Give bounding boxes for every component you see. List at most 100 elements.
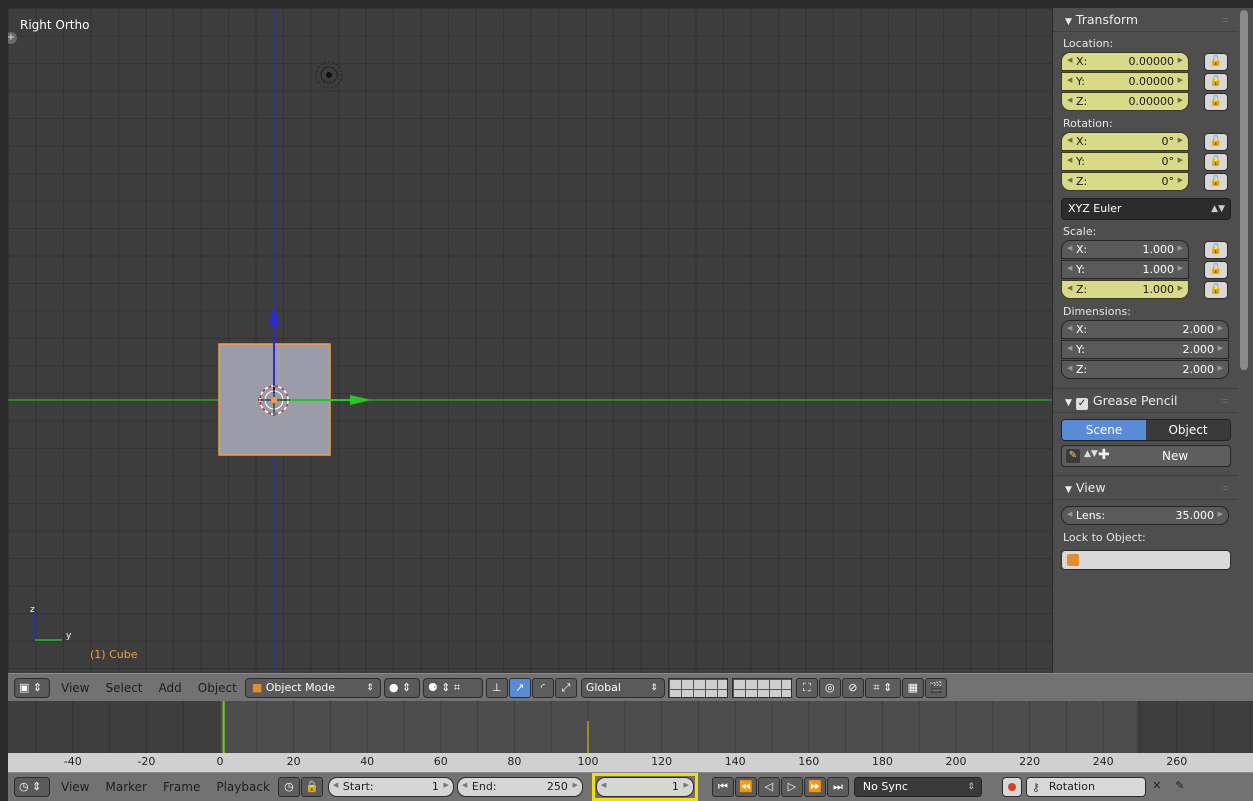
grease-pencil-source-toggle: Scene Object bbox=[1061, 419, 1231, 441]
jump-to-end-icon[interactable]: ⏭ bbox=[826, 777, 849, 797]
view-panel-header[interactable]: ▼ View :::: bbox=[1053, 476, 1238, 500]
timeline-tick-label: 140 bbox=[724, 755, 746, 768]
menu-view[interactable]: View bbox=[61, 681, 89, 695]
menu-frame[interactable]: Frame bbox=[163, 780, 200, 794]
lock-location-z-icon[interactable]: 🔓 bbox=[1204, 93, 1228, 111]
drag-grip-icon[interactable]: :::: bbox=[1221, 8, 1229, 32]
dimensions-y-field[interactable]: ◀ Y: 2.000 ▶ bbox=[1061, 340, 1229, 359]
scale-y-field[interactable]: ◀ Y: 1.000 ▶ bbox=[1061, 260, 1189, 279]
drag-grip-icon[interactable]: :::: bbox=[1221, 389, 1229, 413]
menu-object[interactable]: Object bbox=[198, 681, 237, 695]
dropdown-arrows-icon: ⇕ bbox=[366, 682, 374, 693]
lock-rotation-y-icon[interactable]: 🔓 bbox=[1204, 153, 1228, 171]
lock-location-x-icon[interactable]: 🔓 bbox=[1204, 53, 1228, 71]
timeline-ruler[interactable]: -40 -20 0 20 40 60 80 100 120 140 160 180 200 220 240 2… bbox=[8, 753, 1253, 772]
lock-scale-z-icon[interactable]: 🔓 bbox=[1204, 281, 1228, 299]
pencil-icon[interactable]: ✎ bbox=[1066, 449, 1080, 463]
render-animation-icon[interactable]: 🎬 bbox=[924, 677, 947, 698]
tab-object[interactable]: Object bbox=[1146, 420, 1230, 440]
timeline-editor[interactable] bbox=[8, 701, 1253, 753]
menu-view[interactable]: View bbox=[61, 780, 89, 794]
scrollbar-thumb[interactable] bbox=[1240, 10, 1248, 370]
jump-to-previous-keyframe-icon[interactable]: ⏪ bbox=[734, 777, 757, 797]
play-icon[interactable]: ▷ bbox=[780, 777, 803, 797]
editor-type-button[interactable]: ◷ ⇕ bbox=[14, 777, 50, 797]
dimensions-x-field[interactable]: ◀ X: 2.000 ▶ bbox=[1061, 320, 1229, 339]
translate-manipulator-icon[interactable]: ↗ bbox=[508, 677, 531, 698]
lock-rotation-x-icon[interactable]: 🔓 bbox=[1204, 133, 1228, 151]
current-frame-field[interactable]: ◀ 1 ▶ bbox=[595, 777, 694, 797]
scale-z-field[interactable]: ◀ Z: 1.000 ▶ bbox=[1061, 280, 1189, 299]
timeline-tick-label: 120 bbox=[651, 755, 673, 768]
lock-time-cursor-icon[interactable]: 🔒 bbox=[300, 777, 323, 797]
mode-selector[interactable]: ■ Object Mode ⇕ bbox=[244, 677, 381, 698]
timeline-canvas[interactable] bbox=[8, 701, 1253, 753]
dropdown-arrows-icon: ⇕ bbox=[967, 782, 975, 792]
tab-scene[interactable]: Scene bbox=[1062, 420, 1146, 440]
new-grease-pencil-button[interactable]: ✎ ▲▼ ✚ New bbox=[1061, 445, 1231, 467]
sidebar-scrollbar[interactable] bbox=[1238, 8, 1253, 673]
timeline-tick-label: 260 bbox=[1166, 755, 1188, 768]
rotate-manipulator-icon[interactable]: ◜ bbox=[531, 677, 554, 698]
menu-select[interactable]: Select bbox=[105, 681, 142, 695]
jump-to-next-keyframe-icon[interactable]: ⏩ bbox=[803, 777, 826, 797]
render-opengl-icon[interactable]: ▦ bbox=[901, 677, 924, 698]
lamp-icon[interactable] bbox=[315, 61, 343, 89]
use-preview-range-icon[interactable]: ◷ bbox=[277, 777, 300, 797]
3d-viewport[interactable]: z y + Right Ortho (1) Cube bbox=[8, 8, 1052, 673]
rotation-z-field[interactable]: ◀ Z: 0° ▶ bbox=[1061, 172, 1189, 191]
browse-arrows-icon[interactable]: ▲▼ bbox=[1084, 449, 1098, 459]
keying-set-field[interactable]: ⚷ Rotation bbox=[1025, 777, 1146, 797]
manipulator-y-arrow[interactable] bbox=[350, 395, 372, 405]
viewport-shading-button[interactable]: ● ⇕ bbox=[383, 677, 420, 698]
play-reverse-icon[interactable]: ◁ bbox=[757, 777, 780, 797]
lock-location-y-icon[interactable]: 🔓 bbox=[1204, 73, 1228, 91]
location-z-field[interactable]: ◀ Z: 0.00000 ▶ bbox=[1061, 92, 1189, 111]
sync-mode-dropdown[interactable]: No Sync ⇕ bbox=[853, 777, 982, 797]
scale-x-field[interactable]: ◀ X: 1.000 ▶ bbox=[1061, 240, 1189, 259]
jump-to-start-icon[interactable]: ⏮ bbox=[711, 777, 734, 797]
auto-keying-record-icon[interactable] bbox=[1001, 777, 1022, 797]
dimensions-z-field[interactable]: ◀ Z: 2.000 ▶ bbox=[1061, 360, 1229, 379]
start-frame-field[interactable]: ◀ Start: 1 ▶ bbox=[327, 777, 454, 797]
lock-to-object-field[interactable] bbox=[1061, 550, 1231, 570]
scene-layers-right[interactable] bbox=[731, 677, 792, 698]
location-x-field[interactable]: ◀ X: 0.00000 ▶ bbox=[1061, 52, 1189, 71]
manipulator-z-arrow[interactable] bbox=[269, 304, 279, 326]
grease-pencil-panel-header[interactable]: ▼ ✓ Grease Pencil :::: bbox=[1053, 389, 1238, 413]
drag-grip-icon[interactable]: :::: bbox=[1221, 476, 1229, 500]
insert-keyframe-icon[interactable]: ✎ bbox=[1169, 777, 1191, 797]
timeline-tick-label: 160 bbox=[798, 755, 820, 768]
lens-field[interactable]: ◀ Lens: 35.000 ▶ bbox=[1061, 506, 1229, 525]
location-label: Location: bbox=[1063, 37, 1114, 50]
object-cube-icon bbox=[1067, 554, 1079, 566]
transform-orientation-dropdown[interactable]: Global ⇕ bbox=[580, 677, 665, 698]
timeline-tick-label: -20 bbox=[137, 755, 156, 768]
lock-scale-y-icon[interactable]: 🔓 bbox=[1204, 261, 1228, 279]
viewport-canvas[interactable]: z y bbox=[8, 8, 1052, 673]
menu-marker[interactable]: Marker bbox=[105, 780, 146, 794]
rotation-mode-dropdown[interactable]: XYZ Euler ▲▼ bbox=[1061, 198, 1231, 220]
scale-manipulator-icon[interactable]: ⤢ bbox=[554, 677, 577, 698]
lock-camera-layers-icon[interactable]: ⛶ bbox=[795, 677, 818, 698]
snap-element-icon[interactable]: ⌗ ⇕ bbox=[864, 677, 901, 698]
end-frame-field[interactable]: ◀ End: 250 ▶ bbox=[456, 777, 583, 797]
menu-add[interactable]: Add bbox=[159, 681, 182, 695]
view-name-label: Right Ortho bbox=[20, 18, 90, 32]
editor-type-button[interactable]: ▣ ⇕ bbox=[14, 677, 50, 698]
pivot-point-button[interactable]: ⚈ ⇕ ⌗ bbox=[422, 677, 483, 698]
scene-layers-left[interactable] bbox=[667, 677, 728, 698]
manipulator-toggle-icon[interactable]: ⊥ bbox=[485, 677, 508, 698]
lock-rotation-z-icon[interactable]: 🔓 bbox=[1204, 173, 1228, 191]
transform-panel-header[interactable]: ▼ Transform :::: bbox=[1053, 8, 1238, 32]
rotation-x-field[interactable]: ◀ X: 0° ▶ bbox=[1061, 132, 1189, 151]
lock-scale-x-icon[interactable]: 🔓 bbox=[1204, 241, 1228, 259]
rotation-y-field[interactable]: ◀ Y: 0° ▶ bbox=[1061, 152, 1189, 171]
proportional-edit-icon[interactable]: ◎ bbox=[818, 677, 841, 698]
snap-toggle-icon[interactable]: ⊘ bbox=[841, 677, 864, 698]
grease-pencil-checkbox[interactable]: ✓ bbox=[1075, 398, 1088, 410]
mode-value: Object Mode bbox=[265, 680, 336, 694]
clear-keying-set-icon[interactable]: ✕ bbox=[1146, 777, 1168, 797]
menu-playback[interactable]: Playback bbox=[216, 780, 270, 794]
location-y-field[interactable]: ◀ Y: 0.00000 ▶ bbox=[1061, 72, 1189, 91]
